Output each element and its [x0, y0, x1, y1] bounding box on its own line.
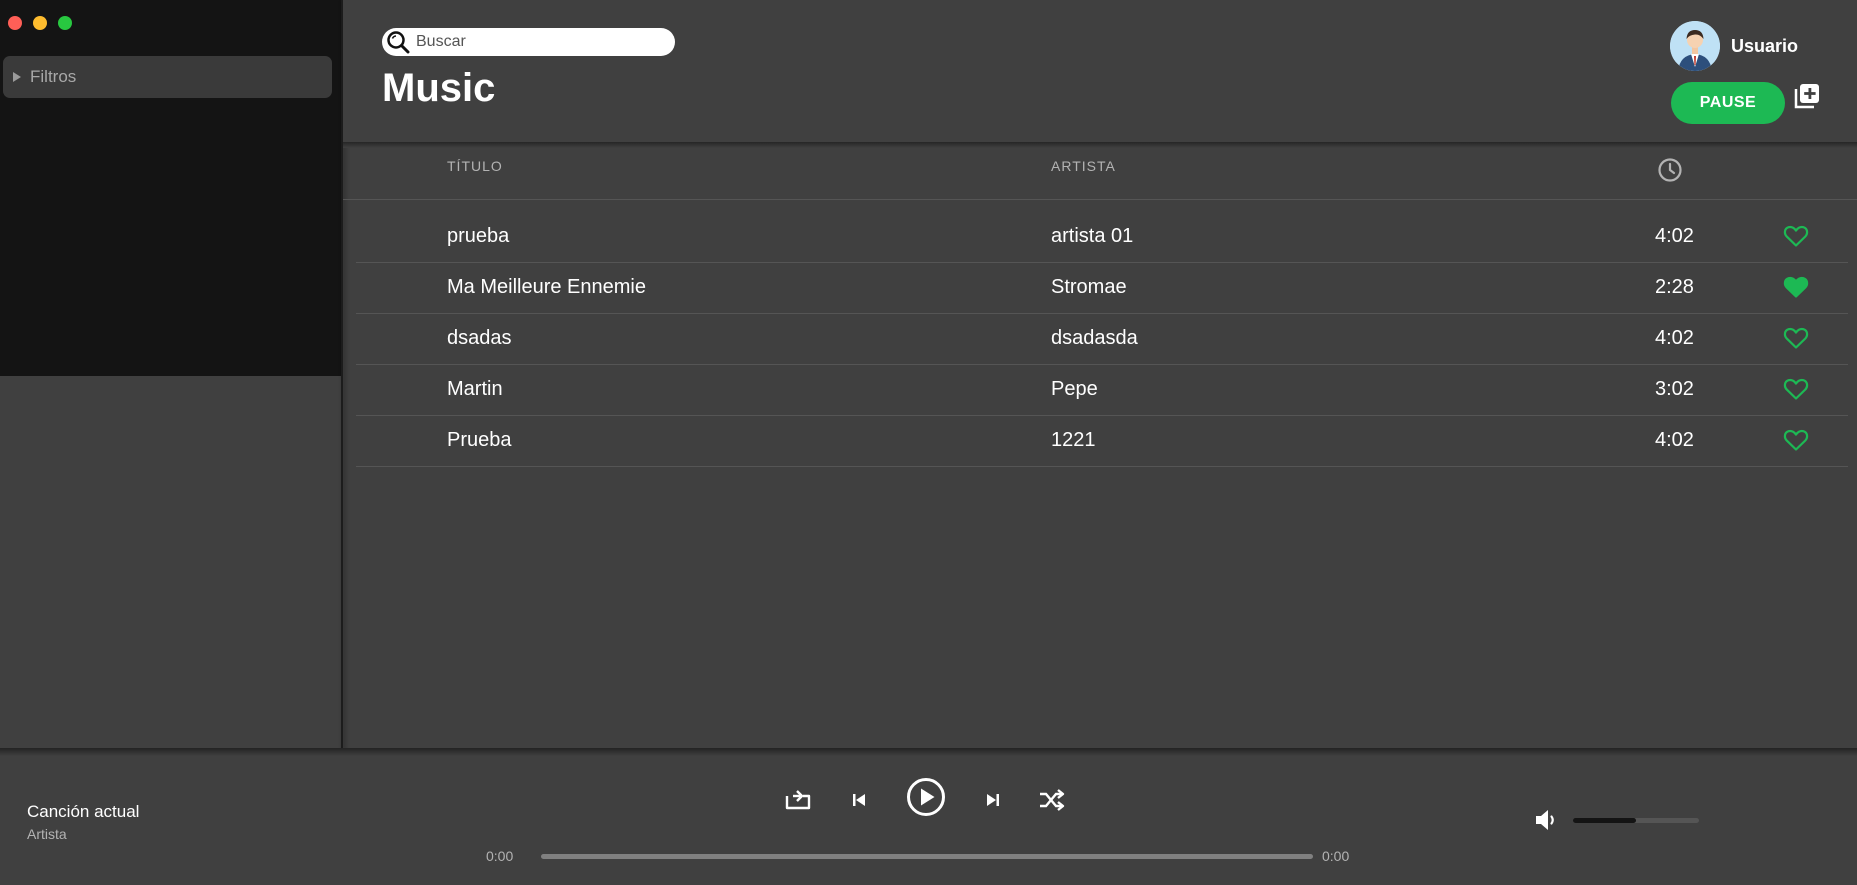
clock-icon: [1658, 158, 1682, 182]
search-bar[interactable]: [382, 28, 675, 56]
music-app: Filtros Music Usuario PAUSE: [0, 0, 1857, 885]
column-header-artist[interactable]: ARTISTA: [1051, 158, 1116, 174]
sidebar: Filtros: [0, 0, 341, 376]
song-duration: 4:02: [1655, 327, 1694, 349]
song-title: dsadas: [447, 327, 512, 349]
table-row[interactable]: Martin Pepe 3:02: [356, 365, 1848, 416]
song-duration: 3:02: [1655, 378, 1694, 400]
song-list: prueba artista 01 4:02 Ma Meilleure Enne…: [356, 212, 1848, 467]
volume-icon[interactable]: [1533, 807, 1559, 833]
song-duration: 2:28: [1655, 276, 1694, 298]
filters-toggle[interactable]: Filtros: [3, 56, 332, 98]
user-profile[interactable]: Usuario: [1670, 21, 1798, 71]
song-title: Prueba: [447, 429, 512, 451]
user-name: Usuario: [1731, 35, 1799, 56]
window-maximize-button[interactable]: [58, 16, 72, 30]
play-icon[interactable]: [906, 777, 946, 817]
song-title: Ma Meilleure Ennemie: [447, 276, 646, 298]
song-artist: Stromae: [1051, 276, 1127, 298]
heart-icon[interactable]: [1783, 428, 1809, 452]
table-row[interactable]: Prueba 1221 4:02: [356, 416, 1848, 467]
previous-icon[interactable]: [851, 792, 867, 808]
table-row[interactable]: dsadas dsadasda 4:02: [356, 314, 1848, 365]
current-track-title: Canción actual: [27, 802, 140, 821]
pause-button[interactable]: PAUSE: [1671, 82, 1785, 124]
caret-right-icon: [13, 72, 21, 82]
avatar: [1670, 21, 1720, 71]
current-track-artist: Artista: [27, 826, 67, 842]
volume-slider[interactable]: [1573, 818, 1699, 823]
song-artist: 1221: [1051, 429, 1096, 451]
player-bar: Canción actual Artista 0:00 0:00: [0, 750, 1857, 885]
volume-fill: [1573, 818, 1636, 823]
sidebar-lower-panel: [0, 376, 341, 750]
next-icon[interactable]: [985, 792, 1001, 808]
progress-bar[interactable]: [541, 854, 1313, 859]
heart-filled-icon[interactable]: [1783, 275, 1809, 299]
filters-label: Filtros: [30, 67, 77, 86]
add-playlist-icon[interactable]: [1793, 82, 1821, 110]
window-close-button[interactable]: [8, 16, 22, 30]
search-input[interactable]: [416, 33, 656, 51]
window-minimize-button[interactable]: [33, 16, 47, 30]
elapsed-time: 0:00: [486, 848, 514, 864]
total-time: 0:00: [1322, 848, 1350, 864]
heart-icon[interactable]: [1783, 224, 1809, 248]
table-row[interactable]: prueba artista 01 4:02: [356, 212, 1848, 263]
song-artist: Pepe: [1051, 378, 1098, 400]
table-header-divider: [343, 199, 1857, 200]
song-duration: 4:02: [1655, 225, 1694, 247]
song-duration: 4:02: [1655, 429, 1694, 451]
column-header-title[interactable]: TÍTULO: [447, 158, 503, 174]
song-artist: artista 01: [1051, 225, 1134, 247]
header: [343, 0, 1857, 142]
shuffle-icon[interactable]: [1038, 788, 1066, 812]
song-title: Martin: [447, 378, 503, 400]
repeat-icon[interactable]: [784, 788, 812, 812]
header-shadow: [343, 142, 1857, 148]
page-title: Music: [382, 66, 496, 110]
heart-icon[interactable]: [1783, 326, 1809, 350]
table-row[interactable]: Ma Meilleure Ennemie Stromae 2:28: [356, 263, 1848, 314]
song-title: prueba: [447, 225, 510, 247]
search-icon: [387, 31, 410, 54]
heart-icon[interactable]: [1783, 377, 1809, 401]
song-artist: dsadasda: [1051, 327, 1138, 349]
